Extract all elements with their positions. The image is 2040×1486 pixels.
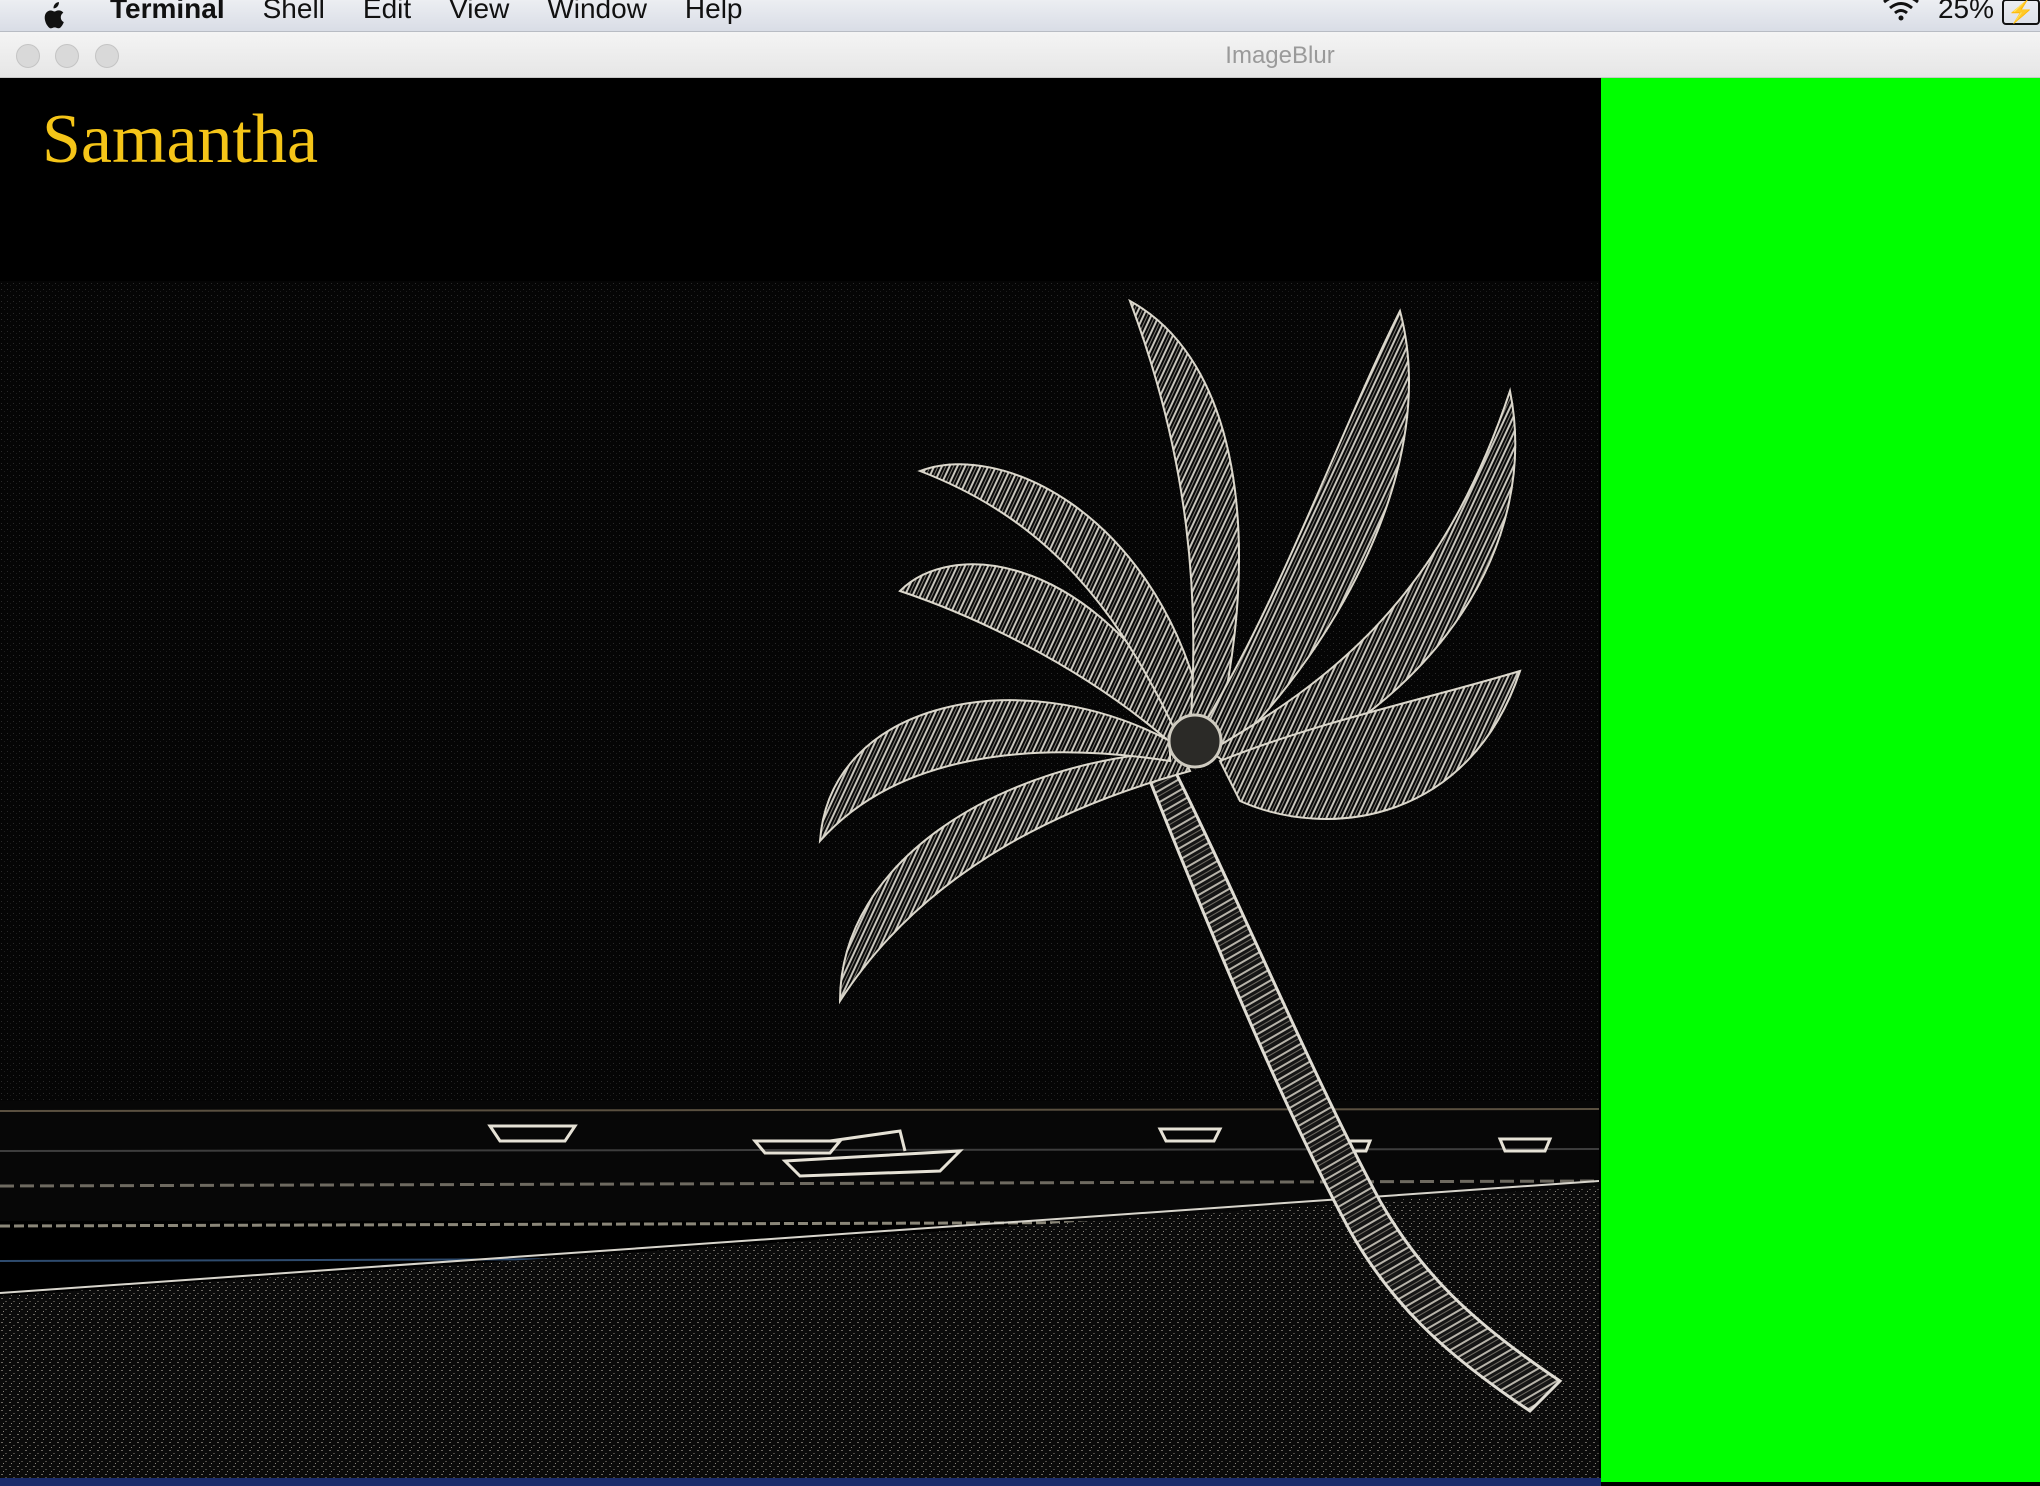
menu-window[interactable]: Window — [547, 0, 647, 25]
battery-charging-icon[interactable]: ⚡ — [2002, 0, 2040, 25]
image-canvas: Samantha — [0, 78, 1599, 1478]
menu-app-terminal[interactable]: Terminal — [110, 0, 225, 25]
menu-shell[interactable]: Shell — [263, 0, 325, 25]
menu-view[interactable]: View — [449, 0, 509, 25]
green-side-panel — [1601, 78, 2040, 1482]
menu-bar-status: 25% ⚡ — [1882, 0, 2040, 32]
apple-icon[interactable] — [40, 1, 66, 31]
window-title: ImageBlur — [1225, 42, 1335, 69]
window-bottom-edge — [0, 1478, 1601, 1486]
menu-edit[interactable]: Edit — [363, 0, 411, 25]
wifi-icon[interactable] — [1882, 0, 1920, 28]
window-content: Samantha — [0, 78, 2040, 1486]
menu-bar: Terminal Shell Edit View Window Help 25%… — [0, 0, 2040, 32]
battery-percent: 25% — [1937, 0, 1994, 24]
menu-help[interactable]: Help — [685, 0, 743, 25]
overlay-name-label: Samantha — [42, 101, 319, 178]
palm-tree-beach-image — [0, 281, 1599, 1478]
window-titlebar[interactable]: ImageBlur — [0, 32, 2040, 78]
